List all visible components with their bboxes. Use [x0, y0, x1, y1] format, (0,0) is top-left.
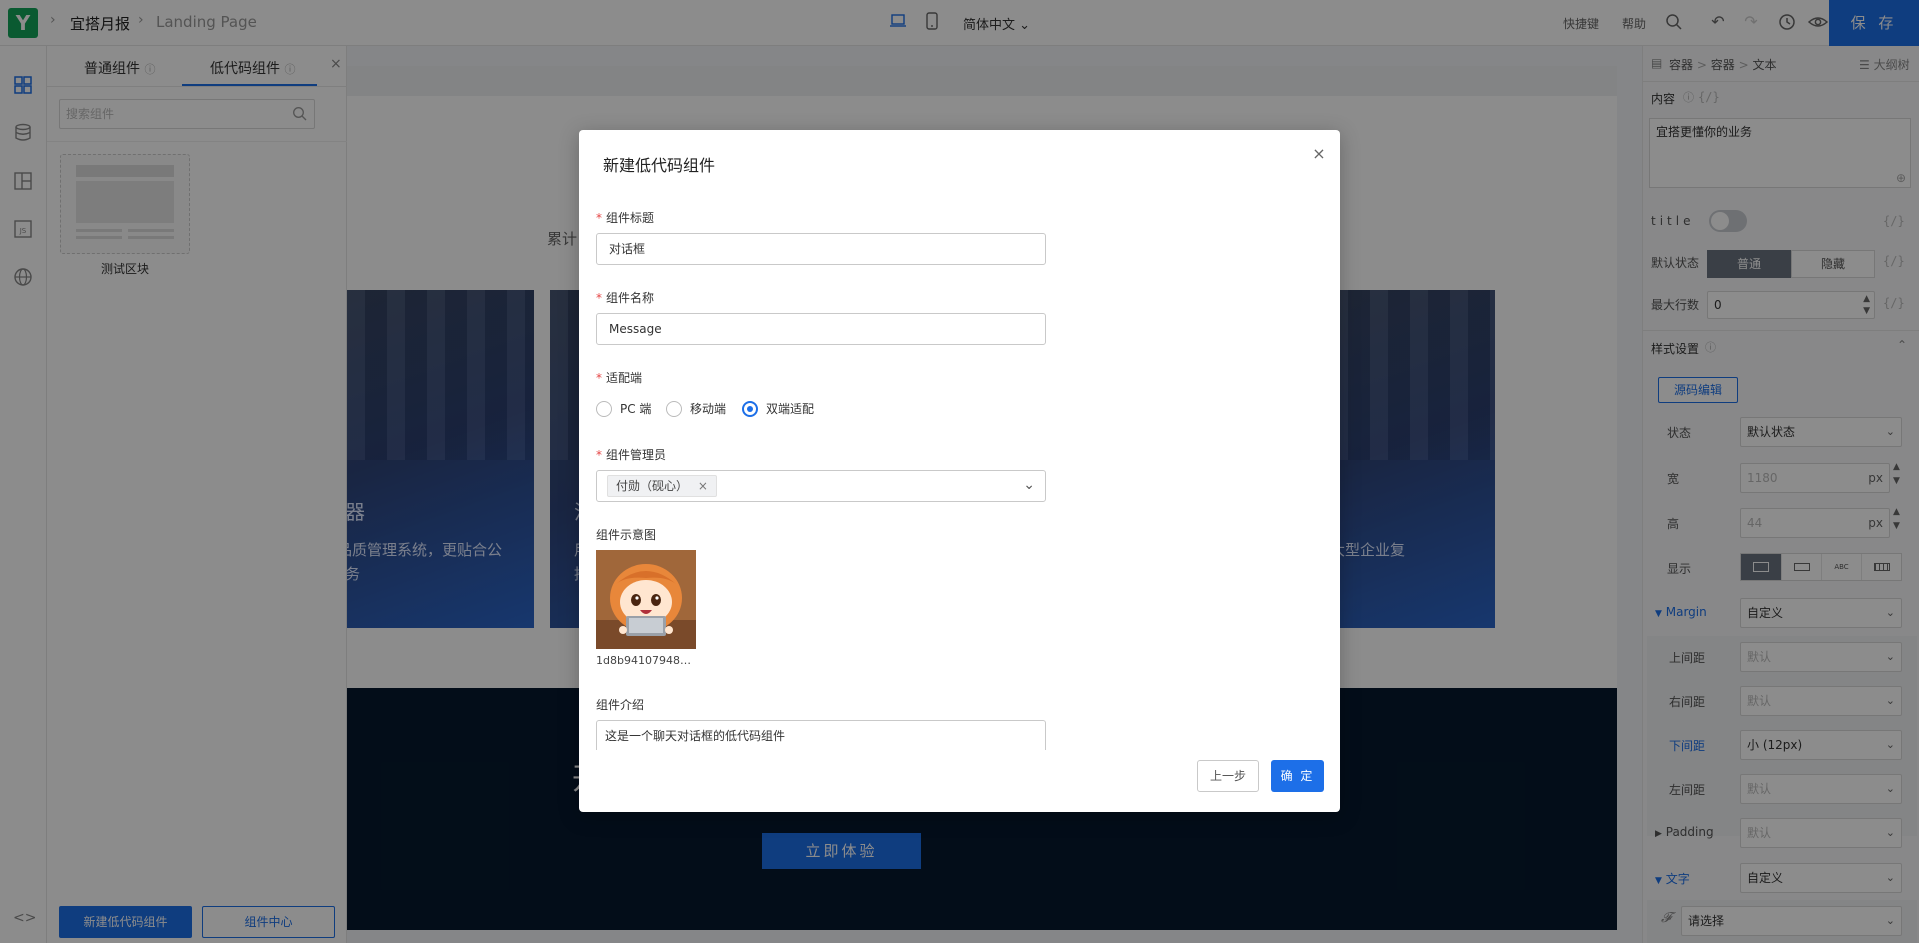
field-name-label: * 组件名称 — [596, 291, 655, 305]
radio-button-selected[interactable] — [742, 400, 758, 417]
remove-tag-icon[interactable]: × — [698, 479, 708, 493]
admin-label: * 组件管理员 — [596, 448, 667, 462]
preview-label: 组件示意图 — [596, 528, 657, 542]
previous-step-button[interactable]: 上一步 — [1197, 760, 1259, 792]
chevron-down-icon: ⌄ — [1023, 477, 1035, 493]
intro-label: 组件介绍 — [596, 698, 645, 712]
component-intro-textarea[interactable]: 这是一个聊天对话框的低代码组件 — [596, 720, 1046, 750]
radio-mobile[interactable]: 移动端 — [666, 400, 726, 418]
preview-image[interactable] — [596, 550, 696, 649]
adapt-label: * 适配端 — [596, 371, 643, 385]
preview-filename: 1d8b94107948d... — [596, 654, 696, 667]
new-lowcode-component-dialog: 新建低代码组件 × * 组件标题 对话框 * 组件名称 Message * 适配端 P… — [579, 130, 1340, 812]
dialog-title: 新建低代码组件 — [603, 156, 716, 175]
radio-button[interactable] — [596, 400, 612, 417]
radio-pc[interactable]: PC 端 — [596, 400, 651, 418]
close-icon[interactable]: × — [1309, 144, 1329, 164]
field-title-label: * 组件标题 — [596, 211, 655, 225]
radio-button[interactable] — [666, 400, 682, 417]
confirm-button[interactable]: 确 定 — [1271, 760, 1324, 792]
admin-select[interactable]: 付勋（砚心） × ⌄ — [596, 470, 1046, 502]
component-title-input[interactable]: 对话框 — [596, 233, 1046, 265]
radio-both[interactable]: 双端适配 — [742, 400, 814, 418]
component-name-input[interactable]: Message — [596, 313, 1046, 345]
admin-tag: 付勋（砚心） × — [607, 475, 717, 497]
preview-thumbnail-art — [596, 550, 696, 649]
